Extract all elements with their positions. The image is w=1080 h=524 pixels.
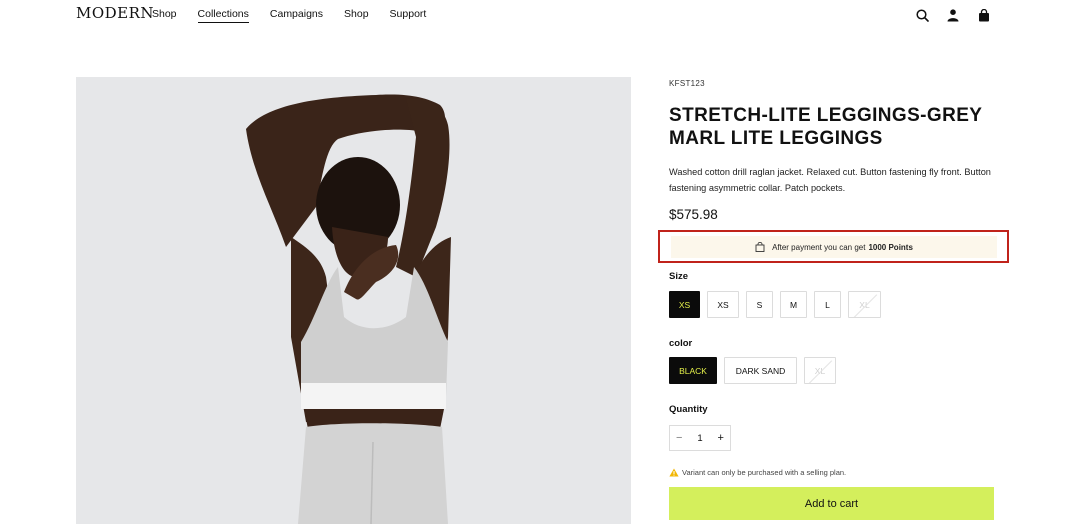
size-option-s[interactable]: S (746, 291, 773, 318)
account-icon[interactable] (945, 7, 961, 23)
color-option-disabled[interactable]: XL (804, 357, 836, 384)
model-photo (76, 77, 631, 524)
shopping-bag-icon (755, 242, 765, 252)
quantity-stepper: − 1 + (669, 425, 731, 451)
site-logo[interactable]: MODERN (76, 4, 154, 22)
quantity-value[interactable]: 1 (697, 433, 702, 444)
nav-item-support[interactable]: Support (390, 8, 427, 20)
product-price: $575.98 (669, 207, 718, 222)
points-highlight: After payment you can get 1000 Points (658, 230, 1009, 263)
points-banner: After payment you can get 1000 Points (671, 236, 997, 258)
header-icons (914, 7, 1007, 23)
product-description: Washed cotton drill raglan jacket. Relax… (669, 167, 991, 193)
selling-plan-warning: Variant can only be purchased with a sel… (669, 468, 846, 477)
color-label: color (669, 338, 693, 349)
nav-item-shop[interactable]: Shop (152, 8, 177, 20)
size-option-xs[interactable]: XS (707, 291, 739, 318)
size-option-l[interactable]: L (814, 291, 841, 318)
points-amount: 1000 Points (868, 242, 913, 252)
cart-icon[interactable] (976, 7, 992, 23)
color-options: BLACK DARK SAND XL (669, 357, 843, 384)
site-header: MODERN Shop Collections Campaigns Shop S… (0, 0, 1080, 30)
quantity-increase-button[interactable]: + (718, 432, 724, 444)
quantity-label: Quantity (669, 404, 708, 415)
product-image[interactable] (76, 77, 631, 524)
nav-item-shop-2[interactable]: Shop (344, 8, 369, 20)
quantity-decrease-button[interactable]: − (676, 432, 682, 444)
size-option-xs-selected[interactable]: XS (669, 291, 700, 318)
size-option-xl-disabled[interactable]: XL (848, 291, 881, 318)
size-label: Size (669, 271, 689, 282)
main-nav: Shop Collections Campaigns Shop Support (152, 8, 447, 23)
add-to-cart-button[interactable]: Add to cart (669, 487, 994, 520)
product-sku: KFST123 (669, 79, 705, 88)
color-option-dark-sand[interactable]: DARK SAND (724, 357, 797, 384)
points-text: After payment you can get (772, 242, 866, 252)
size-options: XS XS S M L XL (669, 291, 888, 318)
size-option-m[interactable]: M (780, 291, 807, 318)
nav-item-campaigns[interactable]: Campaigns (270, 8, 323, 20)
nav-item-collections[interactable]: Collections (197, 8, 250, 23)
color-option-black[interactable]: BLACK (669, 357, 717, 384)
warning-text: Variant can only be purchased with a sel… (682, 468, 847, 477)
search-icon[interactable] (914, 7, 930, 23)
product-title: STRETCH-LITE LEGGINGS-GREY MARL LITE LEG… (669, 105, 983, 149)
warning-icon (669, 468, 679, 477)
